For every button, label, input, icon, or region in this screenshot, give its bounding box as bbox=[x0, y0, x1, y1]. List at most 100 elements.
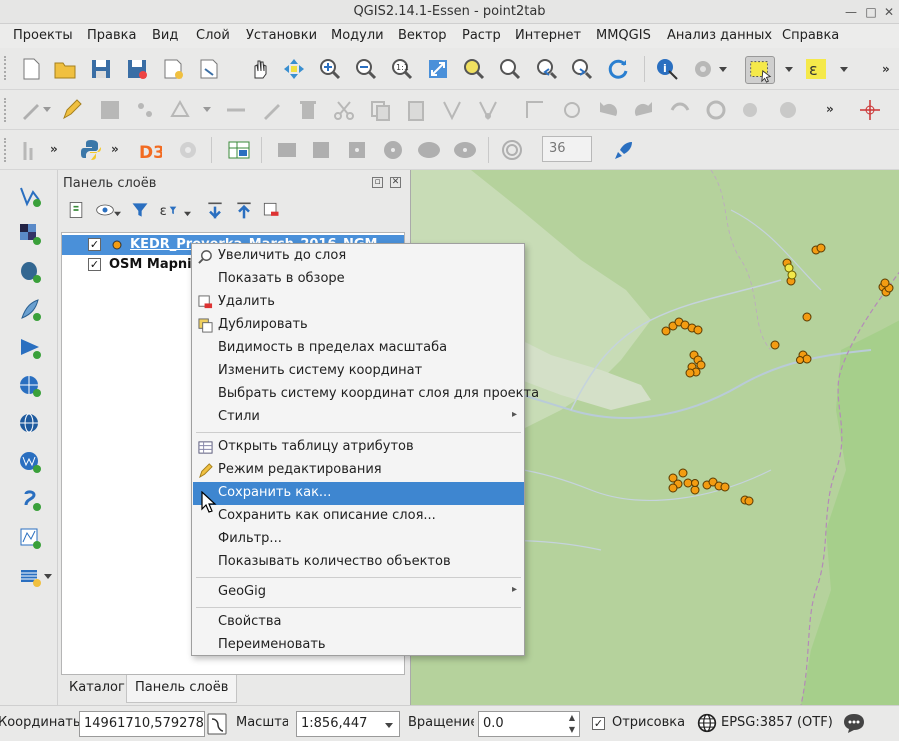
python-console-icon[interactable] bbox=[79, 138, 103, 162]
zoom-last-icon[interactable] bbox=[535, 57, 559, 81]
dropdown-arrow-icon[interactable] bbox=[184, 210, 191, 217]
new-print-composer-icon[interactable] bbox=[161, 57, 185, 81]
crs-label[interactable]: EPSG:3857 (OTF) bbox=[721, 715, 833, 730]
toggle-editing-icon[interactable] bbox=[60, 98, 84, 122]
offset-curve-icon[interactable] bbox=[523, 98, 547, 122]
add-part-icon[interactable] bbox=[740, 98, 764, 122]
shape-square-dot-icon[interactable] bbox=[345, 138, 369, 162]
coordinate-field[interactable]: 14961710,5792788 bbox=[79, 711, 205, 737]
shape-ellipse-icon[interactable] bbox=[417, 138, 441, 162]
menu-item-set-project-crs[interactable]: Выбрать систему координат слоя для проек… bbox=[193, 383, 539, 406]
zoom-next-icon[interactable] bbox=[570, 57, 594, 81]
filter-by-expression-icon[interactable]: ε bbox=[158, 200, 178, 220]
expand-all-icon[interactable] bbox=[205, 200, 225, 220]
save-project-icon[interactable] bbox=[89, 57, 113, 81]
select-features-icon[interactable] bbox=[745, 56, 775, 84]
rotation-spinbox[interactable]: 0.0 ▲ ▼ bbox=[478, 711, 580, 737]
menu-item-geogig[interactable]: GeoGig ▸ bbox=[193, 581, 524, 604]
menu-item-styles[interactable]: Стили ▸ bbox=[193, 406, 524, 429]
pan-to-selection-icon[interactable] bbox=[282, 57, 306, 81]
layer-checkbox[interactable]: ✓ bbox=[88, 258, 101, 271]
layer-name[interactable]: OSM Mapnik bbox=[109, 257, 200, 272]
menu-view[interactable]: Вид bbox=[152, 28, 178, 43]
menu-item-show-in-overview[interactable]: Показать в обзоре bbox=[193, 268, 524, 291]
menu-item-show-feature-count[interactable]: Показывать количество объектов bbox=[193, 551, 524, 574]
spin-up-icon[interactable]: ▲ bbox=[569, 713, 575, 722]
zoom-out-icon[interactable] bbox=[354, 57, 378, 81]
add-vector-layer-icon[interactable] bbox=[18, 184, 42, 208]
d3-plugin-icon[interactable]: D3 bbox=[138, 138, 162, 162]
cut-features-icon[interactable] bbox=[332, 98, 356, 122]
toolbar-overflow-icon[interactable]: » bbox=[111, 142, 119, 156]
visibility-eye-icon[interactable] bbox=[95, 200, 115, 220]
save-layer-edits-icon[interactable] bbox=[98, 98, 122, 122]
toolbar-overflow-icon[interactable]: » bbox=[882, 62, 890, 76]
toolbar-grip[interactable] bbox=[4, 138, 10, 162]
refresh-icon[interactable] bbox=[606, 57, 630, 81]
simplify-feature-icon[interactable] bbox=[668, 98, 692, 122]
zoom-to-selection-icon[interactable] bbox=[462, 57, 486, 81]
current-edits-icon[interactable] bbox=[19, 98, 43, 122]
dropdown-arrow-icon[interactable] bbox=[44, 572, 52, 580]
copy-features-icon[interactable] bbox=[368, 98, 392, 122]
remove-layer-icon[interactable] bbox=[261, 200, 281, 220]
close-icon[interactable]: ✕ bbox=[880, 3, 898, 21]
maximize-icon[interactable]: □ bbox=[862, 3, 880, 21]
menu-item-scale-visibility[interactable]: Видимость в пределах масштаба bbox=[193, 337, 524, 360]
run-action-icon[interactable] bbox=[691, 57, 715, 81]
add-spatialite-layer-icon[interactable] bbox=[18, 298, 42, 322]
edit-pencil-icon[interactable] bbox=[260, 98, 284, 122]
zoom-to-layer-icon[interactable] bbox=[498, 57, 522, 81]
menu-projects[interactable]: Проекты bbox=[13, 28, 73, 43]
dropdown-arrow-icon[interactable] bbox=[203, 105, 211, 113]
node-tool-icon[interactable] bbox=[224, 98, 248, 122]
add-feature-icon[interactable] bbox=[133, 98, 157, 122]
add-wfs-layer-icon[interactable] bbox=[18, 450, 42, 474]
dropdown-arrow-icon[interactable] bbox=[840, 65, 848, 73]
dropdown-arrow-icon[interactable] bbox=[385, 721, 393, 729]
minimize-icon[interactable]: — bbox=[842, 3, 860, 21]
dropdown-arrow-icon[interactable] bbox=[43, 105, 51, 113]
zoom-native-resolution-icon[interactable]: 1:1 bbox=[390, 57, 414, 81]
close-panel-icon[interactable]: ✕ bbox=[390, 177, 401, 188]
move-feature-icon[interactable] bbox=[168, 98, 192, 122]
menu-raster[interactable]: Растр bbox=[462, 28, 501, 43]
menu-analysis[interactable]: Анализ данных bbox=[667, 28, 772, 43]
menu-edit[interactable]: Правка bbox=[87, 28, 136, 43]
shape-square-icon[interactable] bbox=[309, 138, 333, 162]
menu-layer[interactable]: Слой bbox=[196, 28, 230, 43]
new-project-icon[interactable] bbox=[19, 57, 43, 81]
add-virtual-layer-icon[interactable] bbox=[18, 564, 42, 588]
pan-map-icon[interactable] bbox=[248, 57, 272, 81]
toolbar-overflow-icon[interactable]: » bbox=[826, 102, 834, 116]
add-ring-icon[interactable] bbox=[704, 98, 728, 122]
segments-spinbox[interactable]: 36 bbox=[542, 136, 592, 162]
menu-item-zoom-to-layer[interactable]: Увеличить до слоя bbox=[193, 245, 524, 268]
scale-combo[interactable]: 1:856,447 bbox=[296, 711, 400, 737]
shape-circle-dot-icon[interactable] bbox=[381, 138, 405, 162]
add-wcs-layer-icon[interactable] bbox=[18, 412, 42, 436]
add-raster-layer-icon[interactable] bbox=[18, 222, 42, 246]
globe-crs-icon[interactable] bbox=[697, 713, 717, 733]
menu-item-set-layer-crs[interactable]: Изменить систему координат bbox=[193, 360, 524, 383]
spin-down-icon[interactable]: ▼ bbox=[569, 725, 575, 734]
menu-help[interactable]: Справка bbox=[782, 28, 839, 43]
menu-item-filter[interactable]: Фильтр... bbox=[193, 528, 524, 551]
select-node-icon[interactable] bbox=[440, 98, 464, 122]
dropdown-arrow-icon[interactable] bbox=[114, 210, 121, 217]
toolbar-overflow-icon[interactable]: » bbox=[50, 142, 58, 156]
composer-manager-icon[interactable] bbox=[197, 57, 221, 81]
layer-checkbox[interactable]: ✓ bbox=[88, 238, 101, 251]
zoom-in-icon[interactable] bbox=[318, 57, 342, 81]
select-by-expression-icon[interactable]: ε bbox=[804, 57, 828, 81]
menu-item-save-as-layer-definition[interactable]: Сохранить как описание слоя... bbox=[193, 505, 524, 528]
toolbar-grip[interactable] bbox=[4, 56, 10, 80]
open-project-icon[interactable] bbox=[53, 57, 77, 81]
redo-icon[interactable] bbox=[632, 98, 656, 122]
delete-selected-icon[interactable] bbox=[296, 98, 320, 122]
identify-features-icon[interactable]: i bbox=[655, 57, 679, 81]
menu-settings[interactable]: Установки bbox=[246, 28, 317, 43]
toggle-extents-icon[interactable] bbox=[207, 713, 227, 735]
split-features-icon[interactable] bbox=[476, 98, 500, 122]
menu-web[interactable]: Интернет bbox=[515, 28, 581, 43]
